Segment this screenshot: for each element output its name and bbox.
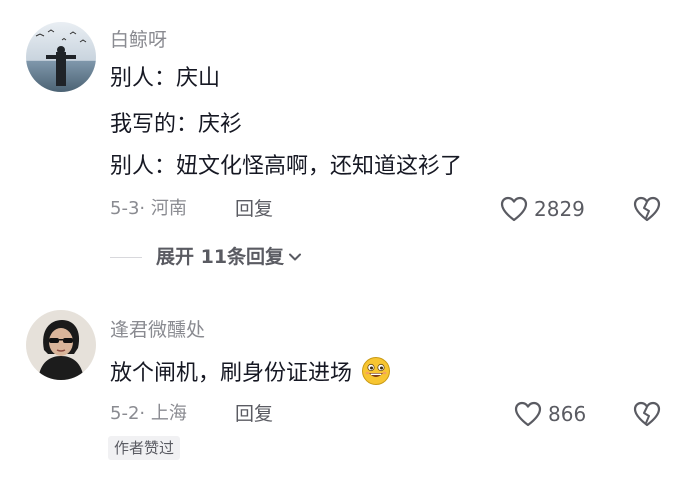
reply-button[interactable]: 回复	[235, 197, 273, 221]
like-button[interactable]: 2829	[500, 196, 585, 222]
avatar[interactable]	[26, 310, 96, 380]
username[interactable]: 白鲸呀	[110, 28, 167, 52]
chevron-down-icon	[289, 253, 302, 261]
comment-text-line: 别人：妞文化怪高啊，还知道这衫了	[110, 154, 463, 179]
comment-meta: 5-2· 上海	[110, 403, 187, 424]
divider	[110, 256, 142, 258]
expand-label: 展开 11条回复	[156, 246, 285, 268]
comment-meta: 5-3· 河南	[110, 198, 187, 219]
avatar[interactable]	[26, 22, 96, 92]
username[interactable]: 逢君微醺处	[110, 318, 205, 342]
author-liked-badge: 作者赞过	[108, 436, 181, 460]
broken-heart-icon	[633, 196, 661, 222]
dislike-button[interactable]	[632, 401, 662, 427]
reply-button[interactable]: 回复	[235, 402, 273, 426]
like-button[interactable]: 866	[514, 401, 586, 427]
like-count: 2829	[534, 197, 585, 221]
comment-text-line: 我写的：庆衫	[110, 112, 243, 137]
like-count: 866	[548, 402, 587, 426]
heart-outline-icon	[500, 196, 528, 222]
broken-heart-icon	[633, 401, 661, 427]
comment-text-line: 别人：庆山	[110, 66, 221, 91]
expand-replies-button[interactable]: 展开 11条回复	[110, 245, 302, 269]
dislike-button[interactable]	[632, 196, 662, 222]
comment-text: 放个闸机，刷身份证进场	[110, 361, 353, 386]
grinning-emoji-icon	[362, 357, 391, 385]
comment-text-line: 放个闸机，刷身份证进场	[110, 356, 391, 389]
heart-outline-icon	[514, 401, 542, 427]
